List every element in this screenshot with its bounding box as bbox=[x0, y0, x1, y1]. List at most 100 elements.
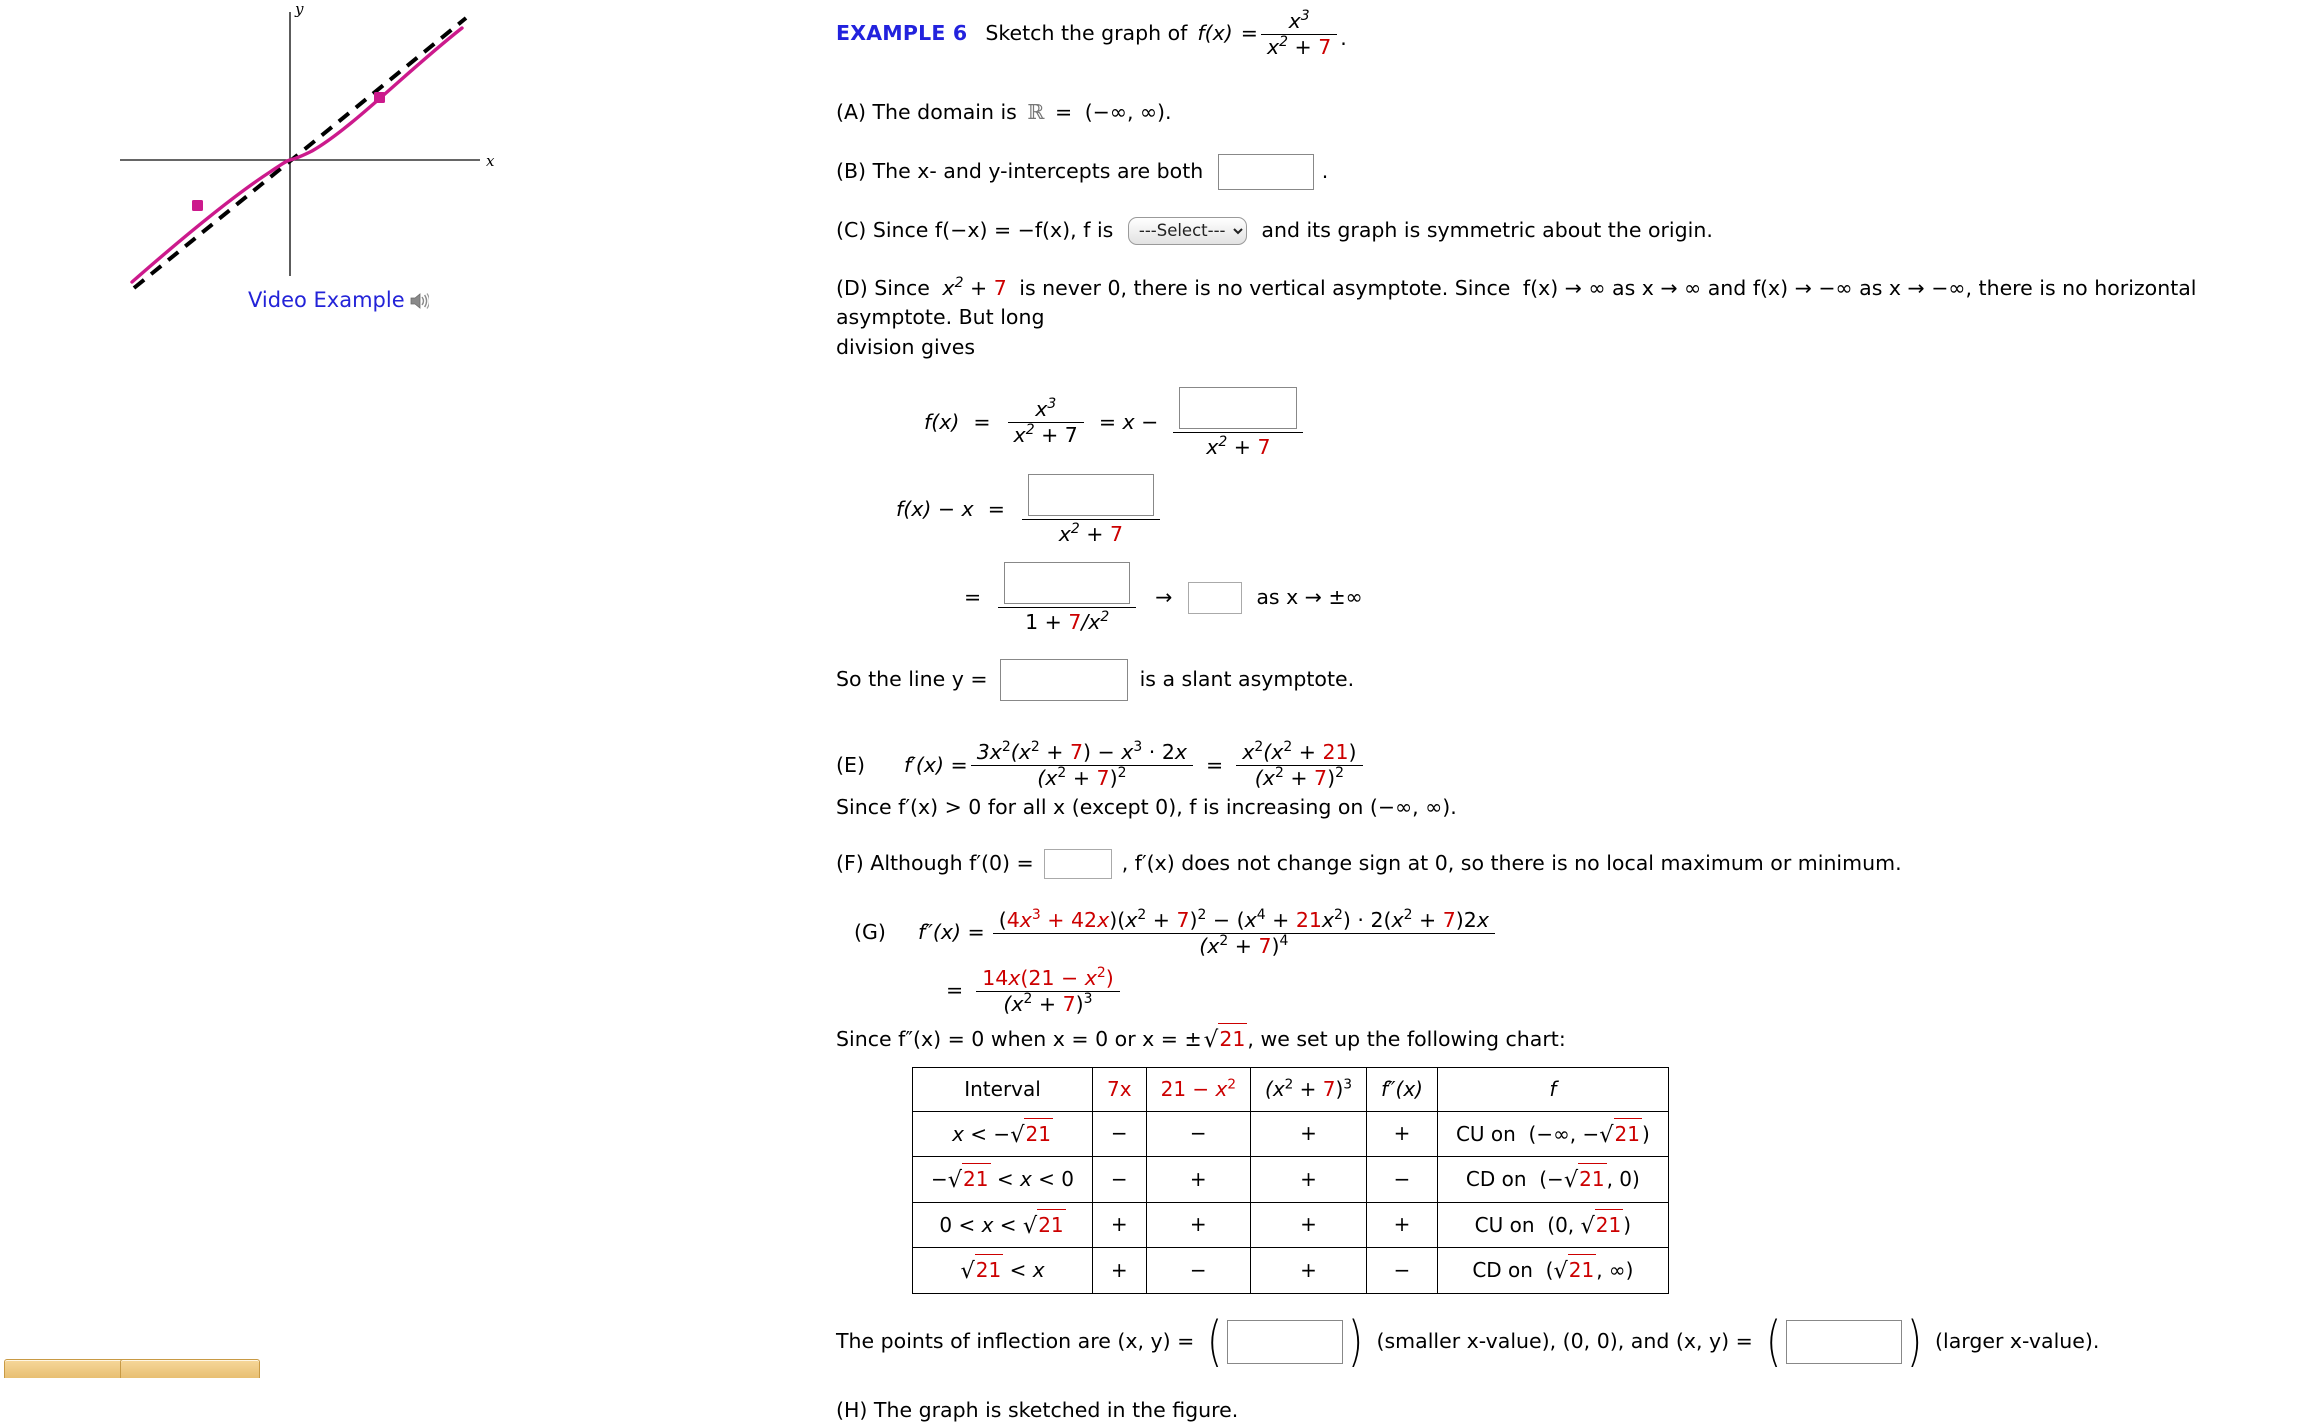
example-fraction: x3 x2 + 7 bbox=[1260, 8, 1338, 59]
blackboard-r-symbol: ℝ bbox=[1027, 100, 1045, 125]
inflection-input-2[interactable] bbox=[1785, 1319, 1902, 1364]
eq1-den2-exp: 2 bbox=[1218, 433, 1228, 450]
part-c: (C) Since f(−x) = −f(x), f is ---Select-… bbox=[836, 216, 2296, 246]
pg-den2: (x2 + 7)3 bbox=[976, 990, 1120, 1016]
eq1-answer-input[interactable] bbox=[1179, 386, 1298, 429]
eq3-answer-input[interactable] bbox=[1004, 561, 1131, 604]
pd-x: x bbox=[942, 275, 955, 300]
eq2-den-x: x bbox=[1058, 522, 1071, 547]
row2-interval: −√21 < x < 0 bbox=[911, 1156, 1094, 1203]
num-x: x bbox=[1288, 9, 1301, 33]
eq1-den2-x: x bbox=[1206, 434, 1219, 459]
part-d-expr: x2 + 7 bbox=[942, 276, 1006, 300]
part-h: (H) The graph is sketched in the figure. bbox=[836, 1397, 1239, 1422]
chart-intro-b: , we set up the following chart: bbox=[1247, 1027, 1566, 1052]
row3-f: CU on (0, √21) bbox=[1436, 1201, 1669, 1249]
part-f-answer-input[interactable] bbox=[1043, 849, 1112, 880]
slant-answer-input[interactable] bbox=[999, 659, 1128, 702]
part-e: (E) f′(x) = 3x2(x2 + 7) − x3 · 2x (x2 + … bbox=[836, 741, 2296, 789]
row2-c2: + bbox=[1145, 1156, 1252, 1203]
radical-sign: √ bbox=[1203, 1027, 1219, 1054]
eq1-den-exp: 2 bbox=[1025, 422, 1035, 439]
eq1-den-rest: + 7 bbox=[1041, 422, 1078, 447]
eq1-box-wrap bbox=[1173, 386, 1303, 432]
pd-seven: 7 bbox=[993, 275, 1007, 300]
chart-intro: Since f″(x) = 0 when x = 0 or x = ± √21 … bbox=[836, 1023, 2296, 1056]
table-row: x < −√21 − − + + CU on (−∞, −√21) bbox=[911, 1110, 1669, 1158]
eq1-fraction-2: x2 + 7 bbox=[1173, 386, 1304, 459]
part-f: (F) Although f′(0) = , f′(x) does not ch… bbox=[836, 849, 2296, 880]
eq3-box-wrap bbox=[998, 561, 1136, 607]
eq1-fraction-1: x 3 x2 + 7 bbox=[1007, 396, 1084, 447]
row3-c1: + bbox=[1092, 1201, 1147, 1249]
part-e-lhs: f′(x) = bbox=[904, 752, 968, 777]
eq2-answer-input[interactable] bbox=[1027, 474, 1154, 517]
equation-1: f(x) = x3 x2 + 7 = x − x2 + 7 bbox=[924, 386, 2296, 459]
eq1-lhs: f(x) bbox=[924, 409, 960, 434]
inflection-input-1[interactable] bbox=[1227, 1319, 1344, 1364]
example-denominator: x2 + 7 bbox=[1260, 33, 1338, 59]
interval-table: Interval 7x 21 − x2 (x2 + 7)3 f″(x) f x … bbox=[911, 1066, 1669, 1294]
eq1-den2-rest: + 7 bbox=[1233, 434, 1271, 459]
part-g-equals-2: = bbox=[946, 978, 964, 1003]
part-a-text: (A) The domain is bbox=[836, 100, 1017, 125]
part-c-text-before: (C) Since f(−x) = −f(x), f is bbox=[836, 217, 1114, 242]
pd-exp: 2 bbox=[954, 274, 964, 291]
row4-c2: − bbox=[1145, 1247, 1252, 1294]
th-f: f bbox=[1436, 1066, 1669, 1112]
close-paren-1: ) bbox=[1348, 1309, 1364, 1373]
pe-den2: (x2 + 7)2 bbox=[1236, 764, 1363, 790]
y-axis-label: y bbox=[294, 0, 304, 18]
example-label: EXAMPLE 6 bbox=[836, 21, 968, 46]
slant-asymptote-line: So the line y = is a slant asymptote. bbox=[836, 659, 2296, 702]
part-f-text-before: (F) Although f′(0) = bbox=[836, 851, 1034, 876]
eq3-as-text: as x → ±∞ bbox=[1256, 584, 1363, 609]
eq1-num-exp: 3 bbox=[1047, 396, 1057, 413]
table-header-row: Interval 7x 21 − x2 (x2 + 7)3 f″(x) f bbox=[911, 1066, 1669, 1112]
eq2-fraction: x2 + 7 bbox=[1021, 474, 1160, 547]
table-row: √21 < x + − + − CD on (√21, ∞) bbox=[911, 1247, 1669, 1294]
pg-num2: 14x(21 − x2) bbox=[982, 965, 1114, 991]
part-e-fraction-1: 3x2(x2 + 7) − x3 · 2x (x2 + 7)2 bbox=[970, 741, 1194, 790]
part-b-answer-input[interactable] bbox=[1217, 153, 1314, 190]
pe-num2: x2(x2 + 21) bbox=[1242, 739, 1357, 765]
example-equals: = bbox=[1240, 21, 1258, 46]
slant-asymptote-dashed bbox=[132, 16, 468, 290]
video-example-label: Video Example bbox=[248, 288, 405, 312]
row1-c3: + bbox=[1250, 1110, 1367, 1158]
inflection-text-before: The points of inflection are (x, y) = bbox=[836, 1328, 1195, 1353]
eq3-limit-input[interactable] bbox=[1188, 581, 1243, 614]
inflection-point-left bbox=[192, 200, 203, 211]
x-axis-label: x bbox=[486, 152, 495, 170]
eq1-den: x2 + 7 bbox=[1007, 421, 1084, 447]
part-a-interval: (−∞, ∞). bbox=[1084, 100, 1172, 125]
eq3-den: 1 + 7/x2 bbox=[998, 606, 1137, 634]
eq3-den-exp: 2 bbox=[1100, 608, 1110, 625]
open-paren-1: ( bbox=[1207, 1309, 1223, 1373]
eq1-den2: x2 + 7 bbox=[1173, 431, 1304, 459]
part-b-period: . bbox=[1321, 158, 1329, 183]
part-g-second: = 14x(21 − x2) (x2 + 7)3 bbox=[946, 965, 2296, 1016]
close-paren-2: ) bbox=[1906, 1309, 1923, 1373]
video-example-link[interactable]: Video Example bbox=[248, 288, 430, 315]
row3-c2: + bbox=[1145, 1201, 1252, 1249]
eq2-box-wrap bbox=[1022, 474, 1160, 519]
pg-num1: (4x3 + 42x)(x2 + 7)2 − (x4 + 21x2) · 2(x… bbox=[998, 907, 1489, 933]
slant-text-before: So the line y = bbox=[836, 667, 988, 692]
part-c-text-after: and its graph is symmetric about the ori… bbox=[1261, 217, 1713, 242]
slant-text-after: is a slant asymptote. bbox=[1139, 667, 1355, 692]
row4-c3: + bbox=[1250, 1247, 1367, 1294]
part-g-label: (G) bbox=[854, 920, 886, 945]
eq3-den-a: 1 + 7/x bbox=[1025, 609, 1101, 634]
num-exp: 3 bbox=[1300, 8, 1310, 25]
pe-den1: (x2 + 7)2 bbox=[970, 764, 1194, 790]
eq1-den-x: x bbox=[1013, 422, 1026, 447]
example-period: . bbox=[1340, 26, 1347, 51]
eq3-equals: = bbox=[964, 584, 982, 609]
row4-f: CD on (√21, ∞) bbox=[1436, 1247, 1669, 1294]
sqrt-arg: 21 bbox=[1218, 1023, 1248, 1055]
symmetry-select[interactable]: ---Select--- even odd neither bbox=[1127, 216, 1247, 245]
tan-button-2[interactable] bbox=[120, 1359, 260, 1378]
table-row: −√21 < x < 0 − + + − CD on (−√21, 0) bbox=[911, 1156, 1669, 1203]
row3-interval: 0 < x < √21 bbox=[911, 1201, 1094, 1249]
